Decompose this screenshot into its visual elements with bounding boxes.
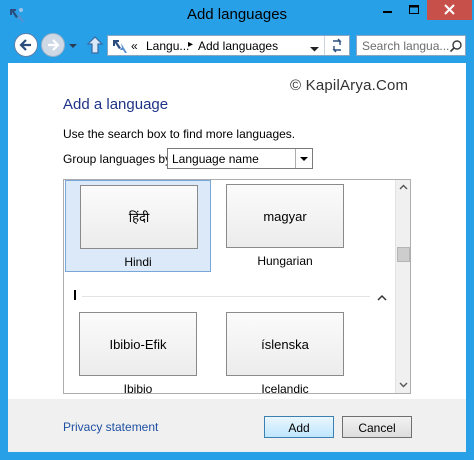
language-tile-native: magyar (226, 184, 344, 248)
scroll-thumb[interactable] (397, 247, 410, 262)
group-divider (82, 296, 370, 297)
chevron-up-icon (399, 184, 408, 190)
instructions-text: Use the search box to find more language… (63, 127, 296, 141)
collapse-chevron-icon[interactable] (377, 291, 387, 301)
language-tile-native: हिंदी (80, 185, 198, 249)
language-tile-native: Ibibio-Efik (79, 312, 197, 376)
search-input[interactable] (357, 36, 452, 55)
forward-arrow-icon (48, 39, 60, 51)
group-by-label: Group languages by: (63, 152, 175, 166)
back-button[interactable] (14, 33, 38, 57)
language-tile-hungarian[interactable]: magyar Hungarian (212, 180, 358, 272)
language-tile-native: íslenska (226, 312, 344, 376)
language-tile-hindi[interactable]: हिंदी Hindi (65, 180, 211, 272)
group-by-select[interactable]: Language name (167, 148, 313, 169)
up-arrow-icon (86, 36, 104, 54)
chevron-down-icon (399, 382, 408, 388)
maximize-button[interactable] (401, 0, 427, 20)
footer: Privacy statement Add Cancel (8, 399, 466, 452)
language-tile-icelandic[interactable]: íslenska Icelandic (212, 308, 358, 394)
control-panel-icon (111, 37, 129, 55)
language-tile-name: Hungarian (257, 254, 313, 268)
add-button[interactable]: Add (264, 416, 334, 438)
privacy-statement-link[interactable]: Privacy statement (63, 420, 158, 434)
search-icon[interactable] (449, 39, 463, 53)
up-button[interactable] (86, 35, 104, 55)
cancel-button[interactable]: Cancel (342, 416, 412, 438)
scroll-up-button[interactable] (396, 180, 410, 195)
address-dropdown-button[interactable] (310, 42, 319, 52)
content-area: © KapilArya.Com Add a language Use the s… (8, 63, 466, 452)
forward-button[interactable] (41, 33, 65, 57)
language-tile-name: Ibibio (123, 382, 153, 394)
language-list[interactable]: हिंदी Hindi magyar Hungarian I Ibibio-Ef… (63, 179, 411, 394)
group-by-value: Language name (172, 152, 259, 166)
group-by-dropdown-button[interactable] (295, 149, 312, 168)
chevron-down-icon (69, 44, 77, 48)
minimize-button[interactable] (374, 0, 401, 20)
vertical-scrollbar[interactable] (395, 180, 410, 393)
breadcrumb-add-languages[interactable]: Add languages (198, 39, 278, 53)
title-bar[interactable]: Add languages (0, 0, 474, 30)
search-box[interactable] (356, 35, 466, 56)
breadcrumb-languages[interactable]: Langu... (146, 39, 189, 53)
language-tile-name: Icelandic (261, 382, 309, 394)
address-overflow[interactable]: « (131, 39, 138, 53)
add-languages-window: Add languages « Langu... ▸ Add languages (0, 0, 474, 460)
address-bar[interactable]: « Langu... ▸ Add languages (107, 35, 350, 56)
language-tile-name: Hindi (124, 255, 152, 269)
chevron-down-icon (310, 47, 319, 52)
back-arrow-icon (19, 39, 31, 51)
minimize-icon (383, 11, 392, 13)
close-button[interactable] (427, 0, 472, 20)
watermark: © KapilArya.Com (290, 77, 409, 94)
refresh-button[interactable] (324, 36, 349, 55)
refresh-icon (332, 38, 342, 53)
scroll-down-button[interactable] (396, 377, 410, 392)
page-heading: Add a language (63, 96, 169, 113)
chevron-down-icon (300, 157, 308, 161)
maximize-icon (409, 5, 419, 14)
close-icon (444, 4, 455, 15)
breadcrumb-separator[interactable]: ▸ (188, 39, 193, 50)
group-header-letter: I (74, 290, 76, 300)
language-tile-ibibio[interactable]: Ibibio-Efik Ibibio (65, 308, 211, 394)
recent-locations-button[interactable] (68, 40, 78, 50)
